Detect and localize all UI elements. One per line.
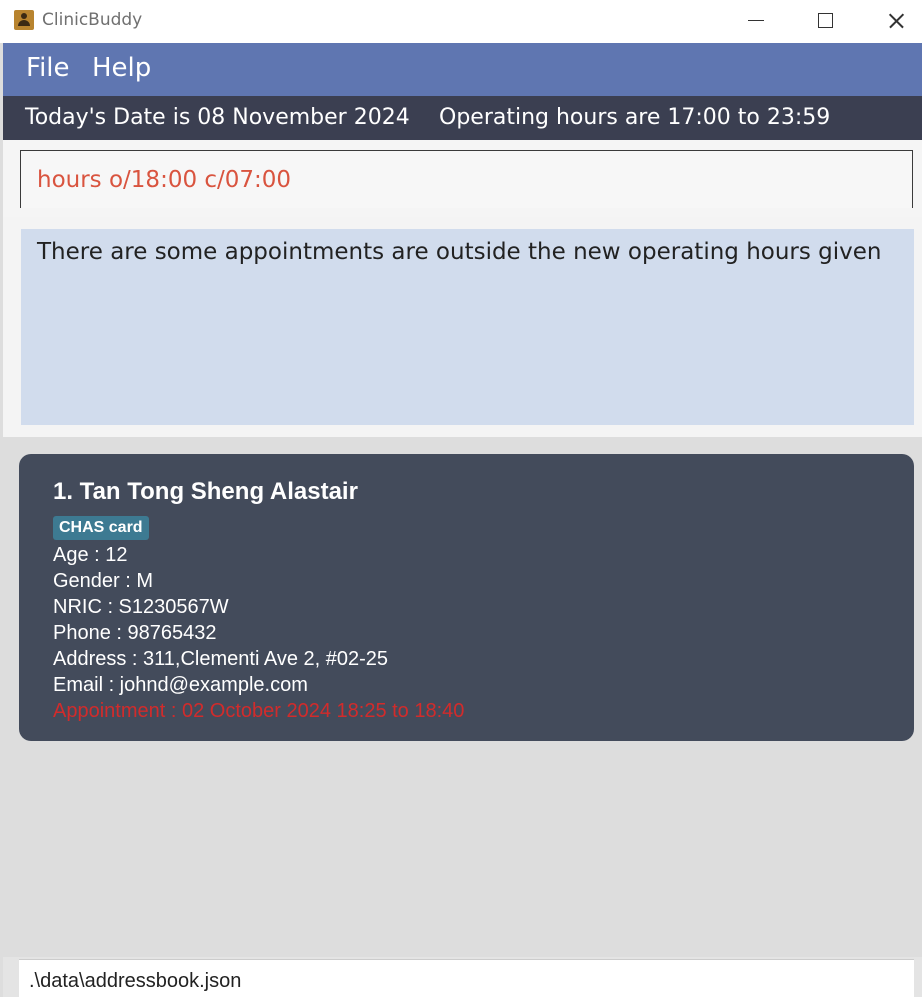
person-card[interactable]: 1. Tan Tong Sheng Alastair CHAS card Age…	[19, 454, 914, 741]
info-bar: Today's Date is 08 November 2024 Operati…	[3, 96, 922, 140]
command-input[interactable]	[20, 150, 913, 208]
person-appointment: Appointment : 02 October 2024 18:25 to 1…	[53, 700, 465, 722]
person-list[interactable]: 1. Tan Tong Sheng Alastair CHAS card Age…	[3, 437, 922, 957]
person-age: Age : 12	[53, 544, 128, 566]
status-bar-footer: .\data\addressbook.json	[3, 957, 922, 997]
person-tag: CHAS card	[53, 516, 149, 540]
operating-hours-label: Operating hours are 17:00 to 23:59	[439, 105, 831, 130]
maximize-button[interactable]	[802, 0, 848, 43]
menu-file[interactable]: File	[26, 53, 70, 83]
title-bar: ClinicBuddy	[0, 0, 922, 43]
person-address: Address : 311,Clementi Ave 2, #02-25	[53, 648, 389, 670]
minimize-button[interactable]	[733, 0, 779, 43]
save-file-path: .\data\addressbook.json	[19, 959, 914, 997]
menu-help[interactable]: Help	[92, 53, 151, 83]
person-nric: NRIC : S1230567W	[53, 596, 229, 618]
app-icon	[14, 10, 34, 30]
menu-bar: File Help	[3, 43, 922, 96]
result-display: There are some appointments are outside …	[21, 229, 914, 425]
person-phone: Phone : 98765432	[53, 622, 217, 644]
result-panel: There are some appointments are outside …	[3, 217, 922, 437]
command-box-panel	[3, 140, 922, 217]
window-title: ClinicBuddy	[42, 10, 143, 30]
person-email: Email : johnd@example.com	[53, 674, 308, 696]
todays-date-label: Today's Date is 08 November 2024	[25, 105, 410, 130]
person-name: 1. Tan Tong Sheng Alastair	[53, 478, 358, 505]
person-gender: Gender : M	[53, 570, 154, 592]
close-button[interactable]	[872, 0, 918, 43]
